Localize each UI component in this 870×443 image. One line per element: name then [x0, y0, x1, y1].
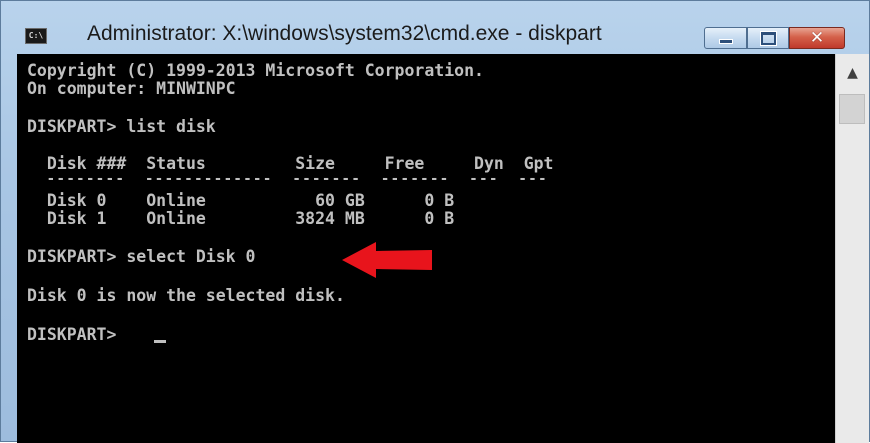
red-arrow-annotation: [342, 242, 432, 278]
title-bar[interactable]: C:\ Administrator: X:\windows\system32\c…: [1, 1, 870, 53]
window-title: Administrator: X:\windows\system32\cmd.e…: [87, 22, 602, 45]
close-icon: ✕: [809, 28, 825, 48]
close-button[interactable]: ✕: [789, 27, 845, 49]
console-line-command-list: DISKPART> list disk: [27, 117, 216, 136]
table-separator: -------- ------------- ------- ------- -…: [27, 171, 548, 187]
console-line-command-select: DISKPART> select Disk 0: [27, 247, 256, 266]
minimize-icon: [718, 38, 733, 44]
table-row-disk1: Disk 1 Online 3824 MB 0 B: [27, 209, 455, 228]
console-prompt[interactable]: DISKPART>: [27, 326, 126, 344]
console-line-computer: On computer: MINWINPC: [27, 79, 236, 98]
table-row-disk0: Disk 0 Online 60 GB 0 B: [27, 191, 455, 210]
chevron-up-icon[interactable]: ▲: [836, 54, 869, 92]
console-line-selected: Disk 0 is now the selected disk.: [27, 286, 345, 305]
console-output[interactable]: Copyright (C) 1999-2013 Microsoft Corpor…: [17, 54, 835, 443]
minimize-button[interactable]: [704, 27, 747, 49]
console-line-copyright: Copyright (C) 1999-2013 Microsoft Corpor…: [27, 61, 484, 80]
scroll-thumb[interactable]: [839, 94, 865, 124]
maximize-icon: [759, 30, 777, 46]
cmd-icon[interactable]: C:\: [25, 28, 47, 44]
vertical-scrollbar[interactable]: ▲: [835, 54, 869, 443]
maximize-button[interactable]: [747, 27, 789, 49]
text-cursor: [154, 340, 166, 343]
cmd-window: C:\ Administrator: X:\windows\system32\c…: [0, 0, 870, 443]
